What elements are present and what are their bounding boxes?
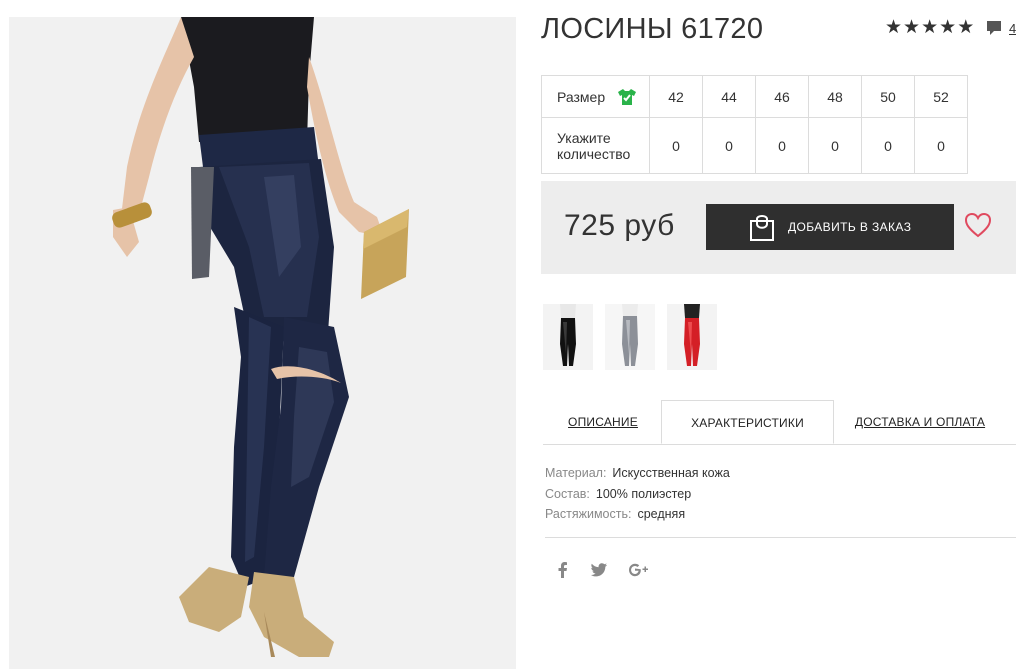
grey-leggings-thumb[interactable] bbox=[605, 304, 655, 370]
product-price: 725 руб bbox=[564, 209, 675, 242]
quantity-input[interactable]: 0 bbox=[861, 117, 915, 174]
star-icon: ★ bbox=[921, 17, 939, 38]
spec-row: Растяжимость: средняя bbox=[545, 504, 730, 525]
size-option[interactable]: 48 bbox=[808, 75, 862, 118]
product-main-image[interactable] bbox=[9, 17, 516, 669]
quantity-input[interactable]: 0 bbox=[808, 117, 862, 174]
google-plus-icon[interactable] bbox=[629, 562, 649, 578]
star-icon: ★ bbox=[939, 17, 957, 38]
product-title: ЛОСИНЫ 61720 bbox=[541, 13, 764, 45]
tab-description[interactable]: ОПИСАНИЕ bbox=[543, 400, 663, 444]
add-to-order-label: ДОБАВИТЬ В ЗАКАЗ bbox=[788, 220, 912, 234]
size-option[interactable]: 44 bbox=[702, 75, 756, 118]
star-icon: ★ bbox=[903, 17, 921, 38]
twitter-icon[interactable] bbox=[591, 563, 607, 577]
size-row-label: Размер bbox=[541, 75, 650, 118]
review-count-link[interactable]: 4 bbox=[1009, 21, 1016, 36]
star-icon: ★ bbox=[957, 17, 975, 38]
color-thumbnails bbox=[543, 304, 729, 370]
shopping-bag-icon bbox=[750, 215, 774, 241]
leggings-photo bbox=[9, 17, 516, 669]
red-leggings-thumb[interactable] bbox=[667, 304, 717, 370]
size-option[interactable]: 42 bbox=[649, 75, 703, 118]
size-option[interactable]: 52 bbox=[914, 75, 968, 118]
spec-row: Материал: Искусственная кожа bbox=[545, 463, 730, 484]
heart-icon[interactable] bbox=[964, 212, 992, 238]
divider bbox=[545, 537, 1016, 538]
facebook-icon[interactable] bbox=[557, 562, 569, 578]
size-option[interactable]: 50 bbox=[861, 75, 915, 118]
tab-delivery-payment[interactable]: ДОСТАВКА И ОПЛАТА bbox=[841, 400, 999, 444]
spec-key: Растяжимость: bbox=[545, 507, 632, 521]
size-label: Размер bbox=[557, 88, 606, 105]
comment-icon[interactable] bbox=[985, 19, 1003, 37]
size-quantity-table: Размер 42 44 46 48 50 52 Укажите количес… bbox=[541, 75, 968, 174]
quantity-input[interactable]: 0 bbox=[702, 117, 756, 174]
spec-value: Искусственная кожа bbox=[612, 466, 730, 480]
tshirt-check-icon[interactable] bbox=[617, 88, 637, 106]
price-box: 725 руб ДОБАВИТЬ В ЗАКАЗ bbox=[541, 181, 1016, 274]
spec-key: Материал: bbox=[545, 466, 607, 480]
quantity-row-label: Укажите количество bbox=[541, 117, 650, 174]
add-to-order-button[interactable]: ДОБАВИТЬ В ЗАКАЗ bbox=[706, 204, 954, 250]
quantity-input[interactable]: 0 bbox=[755, 117, 809, 174]
product-rating[interactable]: ★ ★ ★ ★ ★ bbox=[885, 18, 1003, 38]
social-share bbox=[557, 562, 671, 578]
quantity-input[interactable]: 0 bbox=[649, 117, 703, 174]
characteristics-list: Материал: Искусственная кожа Состав: 100% … bbox=[545, 463, 730, 525]
spec-value: 100% полиэстер bbox=[595, 486, 692, 501]
size-option[interactable]: 46 bbox=[755, 75, 809, 118]
black-leggings-thumb[interactable] bbox=[543, 304, 593, 370]
tab-characteristics[interactable]: ХАРАКТЕРИСТИКИ bbox=[661, 400, 834, 444]
spec-row: Состав: 100% полиэстер bbox=[545, 484, 730, 505]
spec-value: средняя bbox=[637, 507, 686, 521]
quantity-input[interactable]: 0 bbox=[914, 117, 968, 174]
product-tabs: ОПИСАНИЕ ХАРАКТЕРИСТИКИ ДОСТАВКА И ОПЛАТ… bbox=[543, 400, 1016, 445]
spec-key: Состав: bbox=[545, 486, 590, 501]
star-icon: ★ bbox=[885, 17, 903, 38]
